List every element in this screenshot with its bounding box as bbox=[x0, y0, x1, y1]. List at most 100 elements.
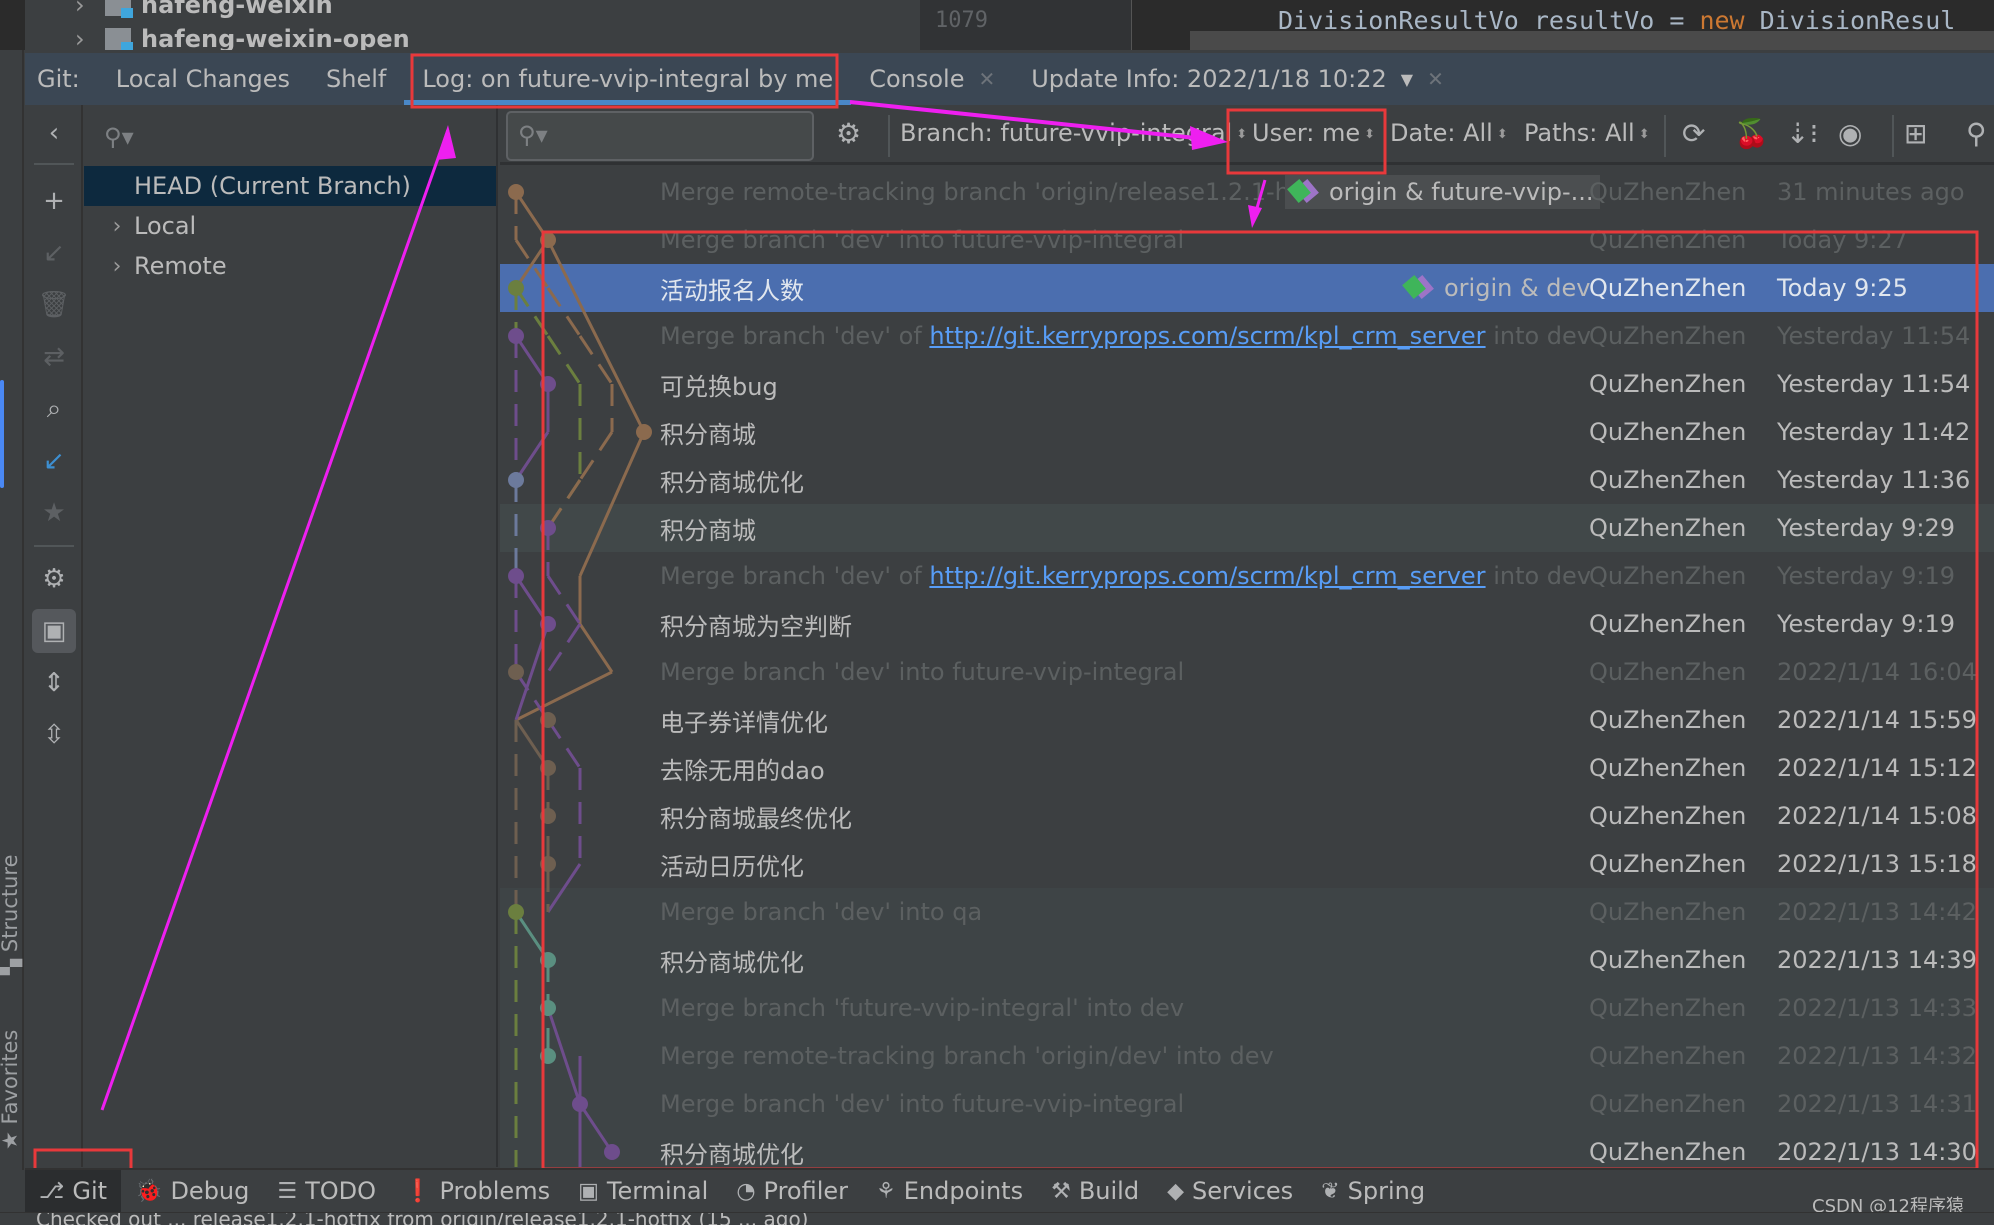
commit-row[interactable]: 积分商城为空判断 QuZhenZhen Yesterday 9:19 bbox=[500, 600, 1994, 648]
settings-icon[interactable]: ⚙ bbox=[36, 561, 72, 597]
tool-window-button-profiler[interactable]: ◔ Profiler bbox=[722, 1170, 862, 1212]
commit-row[interactable]: Merge branch 'dev' of http://git.kerrypr… bbox=[500, 312, 1994, 360]
tab-console[interactable]: Console ✕ bbox=[851, 53, 1013, 105]
toolbar-divider bbox=[888, 115, 890, 157]
search-icon: ⚲▾ bbox=[518, 121, 548, 149]
tool-window-button-git[interactable]: ⎇ Git bbox=[25, 1170, 122, 1212]
commit-search-input[interactable]: ⚲▾ bbox=[506, 111, 814, 161]
code-keyword: new bbox=[1699, 6, 1745, 35]
commit-row[interactable]: 活动日历优化 QuZhenZhen 2022/1/13 15:18 bbox=[500, 840, 1994, 888]
commit-message: 电子券详情优化 bbox=[660, 708, 828, 737]
commit-author: QuZhenZhen bbox=[1589, 562, 1747, 590]
chevron-right-icon[interactable]: › bbox=[75, 25, 105, 50]
new-tab-icon[interactable]: ⊞ bbox=[1904, 117, 1927, 150]
tool-window-button-build[interactable]: ⚒ Build bbox=[1037, 1170, 1153, 1212]
paths-filter[interactable]: Paths: All ⬍ bbox=[1524, 119, 1650, 147]
commit-row[interactable]: 积分商城 QuZhenZhen Yesterday 11:42 bbox=[500, 408, 1994, 456]
tool-window-button-todo[interactable]: ☰ TODO bbox=[263, 1170, 390, 1212]
commit-row[interactable]: Merge branch 'dev' of http://git.kerrypr… bbox=[500, 552, 1994, 600]
commit-log-panel: ⚲▾ ⚙ Branch: future-vvip-integral ⬍ User:… bbox=[500, 105, 1994, 1176]
commit-row[interactable]: Merge branch 'dev' into qa QuZhenZhen 2022… bbox=[500, 888, 1994, 936]
tool-window-button-debug[interactable]: 🐞 Debug bbox=[121, 1170, 263, 1212]
project-tree-item-label: hafeng-weixin-open bbox=[141, 25, 410, 50]
tag-icon bbox=[1291, 180, 1323, 204]
commit-author: QuZhenZhen bbox=[1589, 706, 1747, 734]
commit-row[interactable]: 积分商城最终优化 QuZhenZhen 2022/1/14 15:08 bbox=[500, 792, 1994, 840]
tool-window-label: Spring bbox=[1347, 1177, 1426, 1205]
commit-message: 活动报名人数 bbox=[660, 276, 804, 305]
commit-row[interactable]: Merge branch 'dev' into future-vvip-inte… bbox=[500, 216, 1994, 264]
tool-window-title: Git: bbox=[37, 65, 80, 93]
close-icon[interactable]: ✕ bbox=[1427, 67, 1444, 91]
tool-window-button-problems[interactable]: ❗ Problems bbox=[390, 1170, 564, 1212]
commit-row[interactable]: 活动报名人数 origin & dev QuZhenZhen Today 9:25 bbox=[500, 264, 1994, 312]
collapse-all-icon[interactable]: ⇳ bbox=[36, 717, 72, 753]
favorites-tool-button[interactable]: ★ Favorites bbox=[0, 1030, 22, 1150]
commit-row[interactable]: 积分商城优化 QuZhenZhen Yesterday 11:36 bbox=[500, 456, 1994, 504]
tool-window-button-services[interactable]: ◆ Services bbox=[1153, 1170, 1307, 1212]
project-tree-item[interactable]: › hafeng-weixin bbox=[75, 0, 333, 20]
sort-icon[interactable]: ⇣⁝ bbox=[1786, 117, 1818, 150]
tool-window-label: Debug bbox=[170, 1177, 250, 1205]
module-folder-icon bbox=[105, 28, 133, 50]
collapse-left-icon[interactable]: ‹ bbox=[36, 115, 72, 151]
commit-row[interactable]: Merge branch 'dev' into future-vvip-inte… bbox=[500, 1080, 1994, 1128]
branch-tree-item-remote[interactable]: › Remote bbox=[84, 246, 496, 286]
project-tree-item[interactable]: › hafeng-weixin-open bbox=[75, 24, 410, 50]
tab-shelf[interactable]: Shelf bbox=[308, 53, 404, 105]
tab-label: Log: on future-vvip-integral by me bbox=[422, 65, 834, 93]
view-options-icon[interactable]: ◉ bbox=[1838, 117, 1862, 150]
tab-log[interactable]: Log: on future-vvip-integral by me bbox=[404, 53, 852, 105]
commit-row[interactable]: 积分商城优化 QuZhenZhen 2022/1/13 14:39 bbox=[500, 936, 1994, 984]
tool-window-button-spring[interactable]: ❦ Spring bbox=[1307, 1170, 1439, 1212]
branch-tree-item-local[interactable]: › Local bbox=[84, 206, 496, 246]
dropdown-icon[interactable]: ▼ bbox=[1401, 70, 1413, 89]
toolbar-divider bbox=[34, 545, 74, 547]
message-text: into dev bbox=[1485, 322, 1591, 350]
user-filter[interactable]: User: me ⬍ bbox=[1252, 119, 1375, 147]
repo-link[interactable]: http://git.kerryprops.com/scrm/kpl_crm_s… bbox=[929, 322, 1485, 350]
commit-row[interactable]: Merge branch 'future-vvip-integral' into… bbox=[500, 984, 1994, 1032]
commit-row[interactable]: 可兑换bug QuZhenZhen Yesterday 11:54 bbox=[500, 360, 1994, 408]
tab-update-info[interactable]: Update Info: 2022/1/18 10:22 ▼ ✕ bbox=[1013, 53, 1462, 105]
cherry-pick-icon[interactable]: 🍒 bbox=[1734, 117, 1769, 150]
commit-row[interactable]: 电子券详情优化 QuZhenZhen 2022/1/14 15:59 bbox=[500, 696, 1994, 744]
commit-row[interactable]: 去除无用的dao QuZhenZhen 2022/1/14 15:12 bbox=[500, 744, 1994, 792]
repo-link[interactable]: http://git.kerryprops.com/scrm/kpl_crm_s… bbox=[929, 562, 1485, 590]
update-icon[interactable]: ↙ bbox=[36, 443, 72, 479]
checkout-icon[interactable]: ↙ bbox=[36, 235, 72, 271]
branch-filter[interactable]: Branch: future-vvip-integral ⬍ bbox=[900, 119, 1247, 147]
search-icon[interactable]: ⌕ bbox=[36, 391, 72, 427]
settings-icon[interactable]: ⚙ bbox=[836, 117, 861, 150]
chevron-right-icon[interactable]: › bbox=[75, 0, 105, 19]
commit-row[interactable]: Merge remote-tracking branch 'origin/rel… bbox=[500, 168, 1994, 216]
tool-window-button-endpoints[interactable]: ⚘ Endpoints bbox=[862, 1170, 1037, 1212]
group-by-directory-icon[interactable]: ▣ bbox=[32, 609, 76, 653]
commit-date: 2022/1/13 14:31 bbox=[1777, 1090, 1977, 1118]
add-icon[interactable]: + bbox=[36, 183, 72, 219]
refresh-icon[interactable]: ⟳ bbox=[1682, 117, 1705, 150]
search-icon: ⚲▾ bbox=[104, 123, 134, 151]
structure-tool-button[interactable]: ▚ Structure bbox=[0, 854, 22, 975]
code-line[interactable]: DivisionResultVo resultVo = new Division… bbox=[1150, 0, 1994, 50]
expand-all-icon[interactable]: ⇕ bbox=[36, 665, 72, 701]
line-number: 1079 bbox=[935, 8, 988, 33]
spring-icon: ❦ bbox=[1321, 1178, 1340, 1204]
commit-message: Merge branch 'dev' into qa bbox=[660, 898, 983, 926]
commit-row[interactable]: Merge branch 'dev' into future-vvip-inte… bbox=[500, 648, 1994, 696]
favorite-icon[interactable]: ★ bbox=[36, 495, 72, 531]
commit-row[interactable]: 积分商城 QuZhenZhen Yesterday 9:29 bbox=[500, 504, 1994, 552]
close-icon[interactable]: ✕ bbox=[978, 67, 995, 91]
delete-icon[interactable]: 🗑 bbox=[36, 287, 72, 323]
chevron-right-icon[interactable]: › bbox=[84, 214, 134, 239]
commit-row[interactable]: Merge remote-tracking branch 'origin/dev… bbox=[500, 1032, 1994, 1080]
chevron-right-icon[interactable]: › bbox=[84, 254, 134, 279]
branch-search[interactable]: ⚲▾ bbox=[104, 123, 134, 151]
branch-tree-item-head[interactable]: HEAD (Current Branch) bbox=[84, 166, 496, 206]
tool-window-button-terminal[interactable]: ▣ Terminal bbox=[564, 1170, 722, 1212]
search-icon[interactable]: ⚲ bbox=[1966, 117, 1987, 150]
services-icon: ◆ bbox=[1167, 1178, 1184, 1204]
tab-local-changes[interactable]: Local Changes bbox=[98, 53, 308, 105]
compare-icon[interactable]: ⇄ bbox=[36, 339, 72, 375]
date-filter[interactable]: Date: All ⬍ bbox=[1390, 119, 1508, 147]
